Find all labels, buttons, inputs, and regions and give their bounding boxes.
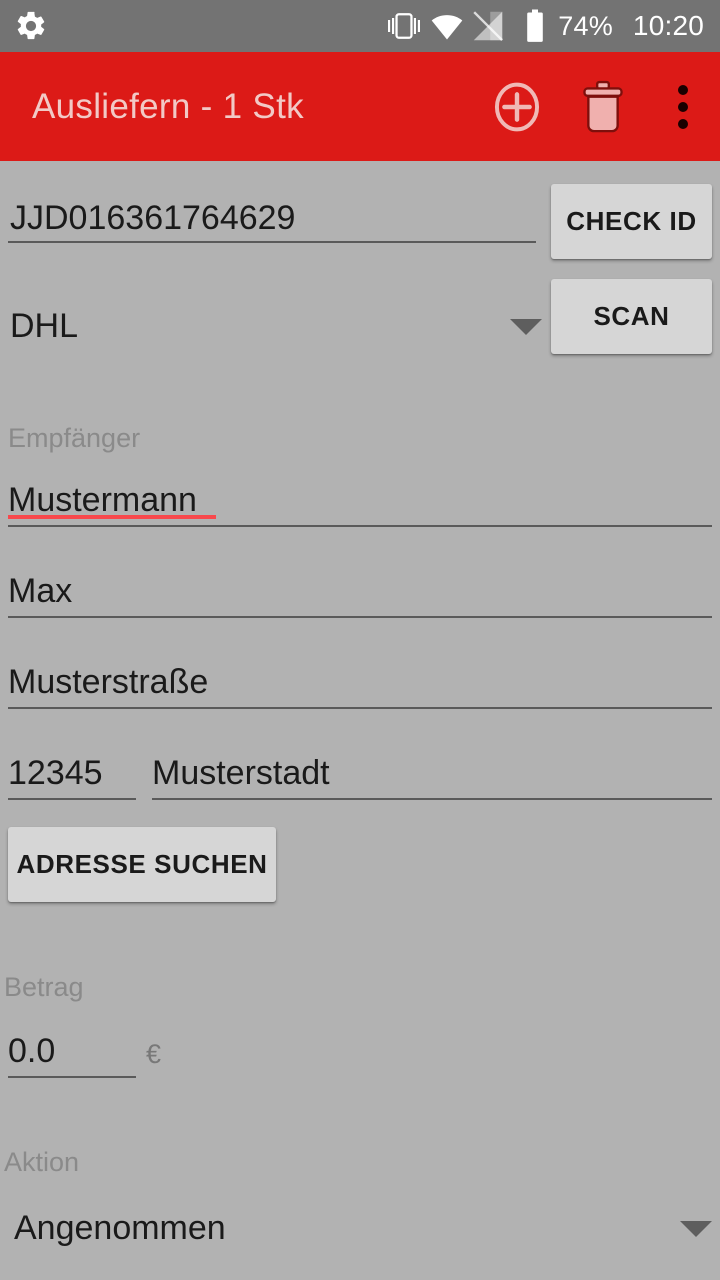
- lastname-underline: [8, 525, 712, 527]
- signal-off-icon: [470, 8, 506, 44]
- overflow-menu-button[interactable]: [646, 52, 720, 161]
- add-circle-button[interactable]: [474, 52, 560, 161]
- amount-section-label: Betrag: [4, 972, 84, 1002]
- amount-underline: [8, 1076, 136, 1078]
- search-address-button[interactable]: ADRESSE SUCHEN: [8, 827, 276, 902]
- spellcheck-underline: [8, 515, 216, 519]
- vibrate-icon: [388, 10, 421, 42]
- street-input[interactable]: Musterstraße: [8, 665, 208, 699]
- action-spinner-value[interactable]: Angenommen: [14, 1211, 226, 1245]
- check-id-button[interactable]: CHECK ID: [551, 184, 712, 259]
- amount-input[interactable]: 0.0: [8, 1034, 55, 1068]
- phone-screen: 74% 10:20 Ausliefern - 1 Stk JJD01636176…: [0, 0, 720, 1280]
- tracking-number-underline: [8, 241, 536, 243]
- wifi-icon: [430, 9, 464, 43]
- status-bar-clock: 10:20: [632, 10, 704, 41]
- delete-button[interactable]: [560, 52, 646, 161]
- zip-input[interactable]: 12345: [8, 756, 103, 790]
- firstname-underline: [8, 616, 712, 618]
- overflow-dot: [678, 118, 688, 129]
- action-section-label: Aktion: [4, 1147, 80, 1177]
- battery-percent-label: 74%: [558, 10, 613, 41]
- scan-button[interactable]: SCAN: [551, 279, 712, 354]
- app-bar-actions: [474, 52, 720, 161]
- street-underline: [8, 707, 712, 709]
- status-bar-left: [0, 9, 48, 43]
- status-bar-right: 74% 10:20: [388, 8, 720, 44]
- chevron-down-icon[interactable]: [680, 1221, 712, 1237]
- settings-gear-icon: [14, 9, 48, 43]
- overflow-dot: [678, 101, 688, 112]
- recipient-section-label: Empfänger: [8, 423, 141, 453]
- city-underline: [152, 798, 712, 800]
- currency-symbol: €: [146, 1039, 162, 1069]
- page-title: Ausliefern - 1 Stk: [32, 86, 304, 126]
- overflow-menu-icon: [678, 81, 688, 132]
- chevron-down-icon[interactable]: [510, 319, 542, 335]
- tracking-number-input[interactable]: JJD016361764629: [10, 201, 295, 235]
- add-circle-icon: [489, 79, 545, 135]
- delete-trash-icon: [577, 79, 629, 135]
- zip-underline: [8, 798, 136, 800]
- battery-icon: [524, 8, 546, 44]
- lastname-input[interactable]: Mustermann: [8, 483, 197, 517]
- firstname-input[interactable]: Max: [8, 574, 72, 608]
- status-bar: 74% 10:20: [0, 0, 720, 52]
- app-bar: Ausliefern - 1 Stk: [0, 52, 720, 161]
- city-input[interactable]: Musterstadt: [152, 756, 330, 790]
- overflow-dot: [678, 84, 688, 95]
- carrier-spinner-value[interactable]: DHL: [10, 309, 78, 343]
- delivery-form: JJD016361764629 CHECK ID DHL SCAN Empfän…: [0, 161, 720, 1280]
